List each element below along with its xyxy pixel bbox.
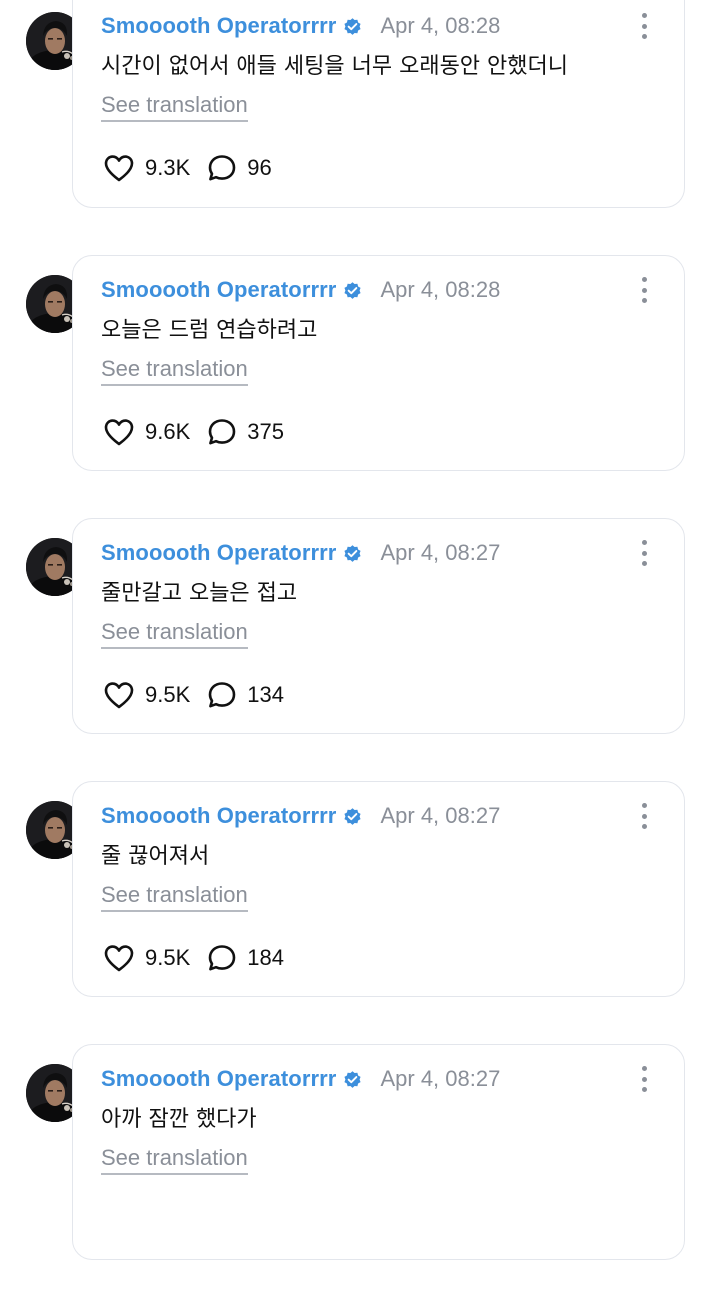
see-translation-link[interactable]: See translation	[101, 356, 248, 386]
heart-icon	[104, 682, 134, 709]
see-translation-link[interactable]: See translation	[101, 1145, 248, 1175]
post-card[interactable]: Smooooth Operatorrrr Apr 4, 08:28 시간이 없어…	[72, 0, 685, 208]
like-count: 9.3K	[145, 155, 191, 180]
post-text: 오늘은 드럼 연습하려고	[101, 318, 318, 343]
speech-bubble-icon	[208, 945, 236, 971]
author-name[interactable]: Smooooth Operatorrrr	[101, 277, 336, 303]
reply-count: 134	[247, 682, 284, 707]
more-options-icon[interactable]	[636, 801, 652, 831]
author-name[interactable]: Smooooth Operatorrrr	[101, 540, 336, 566]
verified-badge-icon	[342, 16, 363, 37]
post-actions: 9.3K 96	[103, 154, 272, 182]
more-options-icon[interactable]	[636, 275, 652, 305]
reply-button[interactable]: 96	[207, 154, 272, 182]
post-timestamp: Apr 4, 08:28	[380, 13, 501, 38]
post-header: Smooooth Operatorrrr Apr 4, 08:27	[101, 800, 500, 832]
speech-bubble-icon	[208, 155, 236, 181]
post-text: 줄만갈고 오늘은 접고	[101, 581, 298, 606]
like-count: 9.5K	[145, 945, 191, 970]
verified-badge-icon	[342, 543, 363, 564]
post-item: Smooooth Operatorrrr Apr 4, 08:27 아까 잠깐 …	[0, 1044, 716, 1292]
post-timestamp: Apr 4, 08:27	[380, 540, 501, 565]
author-name[interactable]: Smooooth Operatorrrr	[101, 803, 336, 829]
more-options-icon[interactable]	[636, 11, 652, 41]
heart-icon	[104, 155, 134, 182]
see-translation-link[interactable]: See translation	[101, 92, 248, 122]
see-translation-link[interactable]: See translation	[101, 882, 248, 912]
like-count: 9.6K	[145, 419, 191, 444]
post-item: Smooooth Operatorrrr Apr 4, 08:27 줄 끊어져서…	[0, 781, 716, 1029]
post-text: 줄 끊어져서	[101, 844, 210, 869]
post-header: Smooooth Operatorrrr Apr 4, 08:28	[101, 10, 500, 42]
post-card[interactable]: Smooooth Operatorrrr Apr 4, 08:27 아까 잠깐 …	[72, 1044, 685, 1260]
verified-badge-icon	[342, 806, 363, 827]
like-button[interactable]: 9.5K	[103, 944, 190, 972]
verified-badge-icon	[342, 1069, 363, 1090]
reply-button[interactable]: 184	[207, 944, 284, 972]
reply-button[interactable]: 134	[207, 681, 284, 709]
post-item: Smooooth Operatorrrr Apr 4, 08:27 줄만갈고 오…	[0, 518, 716, 766]
reply-count: 96	[247, 155, 272, 180]
like-button[interactable]: 9.3K	[103, 154, 190, 182]
post-card[interactable]: Smooooth Operatorrrr Apr 4, 08:27 줄만갈고 오…	[72, 518, 685, 734]
reply-count: 375	[247, 419, 284, 444]
see-translation-link[interactable]: See translation	[101, 619, 248, 649]
heart-icon	[104, 945, 134, 972]
like-button[interactable]: 9.5K	[103, 681, 190, 709]
post-actions: 9.5K 134	[103, 681, 284, 709]
post-text: 아까 잠깐 했다가	[101, 1107, 257, 1132]
post-header: Smooooth Operatorrrr Apr 4, 08:27	[101, 1063, 500, 1095]
verified-badge-icon	[342, 280, 363, 301]
post-text: 시간이 없어서 애들 세팅을 너무 오래동안 안했더니	[101, 54, 569, 79]
post-item: Smooooth Operatorrrr Apr 4, 08:28 오늘은 드럼…	[0, 255, 716, 503]
speech-bubble-icon	[208, 419, 236, 445]
reply-count: 184	[247, 945, 284, 970]
more-options-icon[interactable]	[636, 1064, 652, 1094]
author-name[interactable]: Smooooth Operatorrrr	[101, 1066, 336, 1092]
post-card[interactable]: Smooooth Operatorrrr Apr 4, 08:27 줄 끊어져서…	[72, 781, 685, 997]
post-item: Smooooth Operatorrrr Apr 4, 08:28 시간이 없어…	[0, 0, 716, 240]
like-count: 9.5K	[145, 682, 191, 707]
author-name[interactable]: Smooooth Operatorrrr	[101, 13, 336, 39]
post-timestamp: Apr 4, 08:27	[380, 1066, 501, 1091]
post-card[interactable]: Smooooth Operatorrrr Apr 4, 08:28 오늘은 드럼…	[72, 255, 685, 471]
post-header: Smooooth Operatorrrr Apr 4, 08:27	[101, 537, 500, 569]
post-actions: 9.6K 375	[103, 418, 284, 446]
post-actions: 9.5K 184	[103, 944, 284, 972]
reply-button[interactable]: 375	[207, 418, 284, 446]
post-feed: Smooooth Operatorrrr Apr 4, 08:28 시간이 없어…	[0, 0, 716, 1260]
like-button[interactable]: 9.6K	[103, 418, 190, 446]
more-options-icon[interactable]	[636, 538, 652, 568]
heart-icon	[104, 419, 134, 446]
post-timestamp: Apr 4, 08:28	[380, 277, 501, 302]
post-timestamp: Apr 4, 08:27	[380, 803, 501, 828]
post-header: Smooooth Operatorrrr Apr 4, 08:28	[101, 274, 500, 306]
speech-bubble-icon	[208, 682, 236, 708]
